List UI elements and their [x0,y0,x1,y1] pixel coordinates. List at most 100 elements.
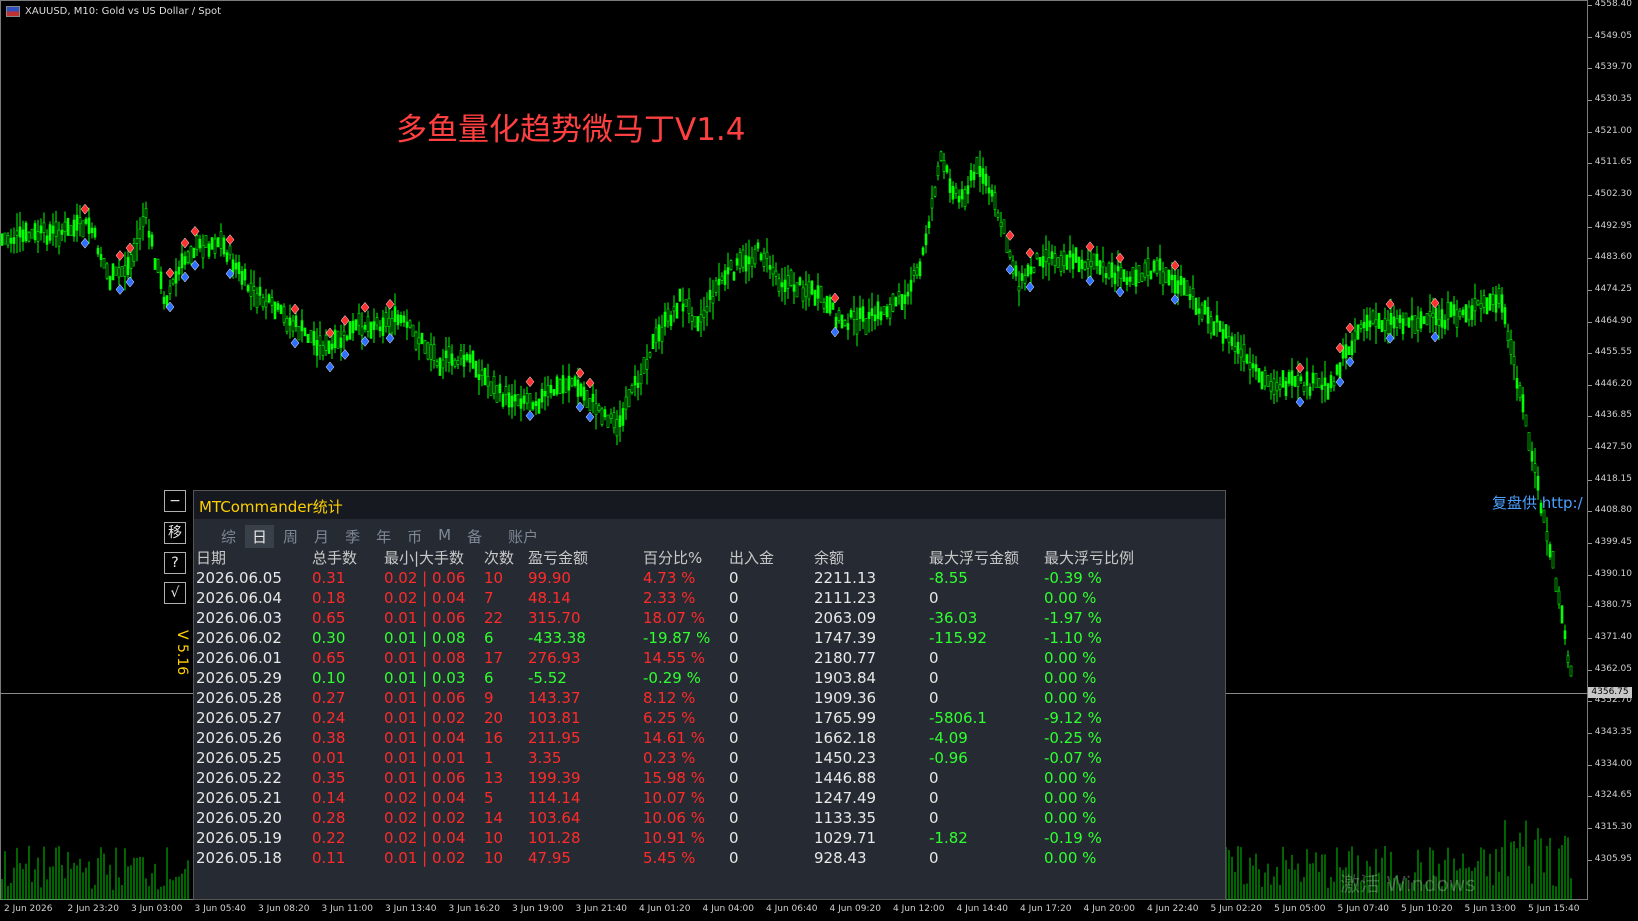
candle-body [573,376,577,386]
candle-body [774,270,778,277]
candle-body [684,299,688,307]
candle-body [1446,302,1450,320]
minimize-button[interactable]: − [164,490,186,512]
candle-body [42,222,46,233]
candle-body [213,238,217,254]
tab-1[interactable]: 日 [245,525,275,548]
move-button[interactable]: 移 [164,522,186,544]
time-label: 4 Jun 09:20 [829,904,881,914]
candle-body [1398,314,1402,323]
candle-body [513,394,517,402]
candle-body [444,350,448,359]
candle-body [426,342,430,360]
tab-4[interactable]: 季 [338,525,367,548]
candle-body [1566,655,1570,663]
candle-body [894,296,898,307]
candle-body [1149,270,1153,280]
candle-body [1278,384,1282,390]
candle-body [795,282,799,298]
table-cell-io: 0 [729,829,739,847]
candle-body [837,310,841,321]
table-cell-pnl: 114.14 [528,789,581,807]
price-tick [1588,732,1592,734]
candle-body [897,291,901,297]
column-header: 出入金 [729,549,775,567]
candle-body [939,151,943,161]
candle-body [1536,475,1540,491]
candle-body [366,316,370,332]
candle-body [486,375,490,387]
table-cell-count: 1 [484,749,494,767]
candle-body [1185,280,1189,297]
candle-body [450,353,454,366]
candle-body [36,231,40,242]
candle-body [1143,262,1147,278]
candle-body [672,306,676,312]
candle-body [333,329,337,349]
table-cell-minmax: 0.01 | 0.01 [384,749,466,767]
table-cell-pnl: 315.70 [528,609,581,627]
price-tick [1588,5,1592,6]
table-cell-lots: 0.11 [312,849,346,867]
candle-body [807,281,811,300]
price-tick [1588,606,1592,608]
table-cell-minmax: 0.01 | 0.06 [384,689,466,707]
tab-3[interactable]: 月 [307,525,336,548]
tab-5[interactable]: 年 [369,525,398,548]
candle-body [1161,271,1165,286]
panel-header: MTCommander统计 [194,491,1225,519]
tab-8[interactable]: 备 [460,525,489,548]
candle-body [801,287,805,302]
candle-body [39,225,43,234]
candle-body [1365,314,1369,332]
tab-9[interactable]: 账户 [501,525,545,548]
candle-body [1557,590,1561,605]
table-cell-mdd: 0 [929,789,939,807]
table-cell-mdd: 0 [929,589,939,607]
candle-body [123,265,127,277]
candle-body [867,312,871,320]
candle-body [747,256,751,265]
price-tick [1588,384,1592,386]
candle-body [1014,265,1018,277]
tab-7[interactable]: M [431,525,458,548]
table-cell-pct: 10.06 % [643,809,705,827]
candle-body [393,306,397,323]
table-cell-count: 7 [484,589,494,607]
candle-body [1251,363,1255,369]
candle-body [1017,286,1021,292]
tab-2[interactable]: 周 [276,525,305,548]
candle-body [843,320,847,326]
tab-6[interactable]: 币 [400,525,429,548]
candle-body [228,245,232,256]
tab-0[interactable]: 综 [214,525,243,548]
table-row: 2026.05.27 0.24 0.01 | 0.02 20 103.81 6.25 % 0… [194,708,1225,729]
buy-marker [585,411,595,423]
candle-body [600,408,604,425]
candle-body [1062,250,1066,267]
candle-body [1065,254,1069,270]
column-header: 日期 [196,549,227,567]
time-scale[interactable]: 2 Jun 2026 2 Jun 23:20 3 Jun 03:00 3 Jun 05… [0,900,1588,921]
table-cell-mddp: 0.00 % [1044,589,1097,607]
help-button[interactable]: ? [164,552,186,574]
check-button[interactable]: √ [164,582,186,604]
candle-body [564,378,568,393]
candle-body [525,393,529,404]
table-cell-io: 0 [729,809,739,827]
table-cell-pnl: -433.38 [528,629,586,647]
price-scale[interactable]: 4558.40 4549.05 4539.70 4530.35 4521.00 4511.… [1588,0,1638,900]
table-cell-bal: 1247.49 [814,789,877,807]
candle-body [402,315,406,323]
candle-body [1005,235,1009,254]
candle-body [1509,339,1513,355]
candle-body [273,301,277,320]
candle-body [723,270,727,285]
price-label: 4558.40 [1594,0,1632,9]
candle-body [27,232,31,242]
table-cell-count: 9 [484,689,494,707]
candle-body [438,357,442,376]
candle-body [948,178,952,193]
candle-body [1179,276,1183,286]
table-cell-lots: 0.65 [312,649,346,667]
